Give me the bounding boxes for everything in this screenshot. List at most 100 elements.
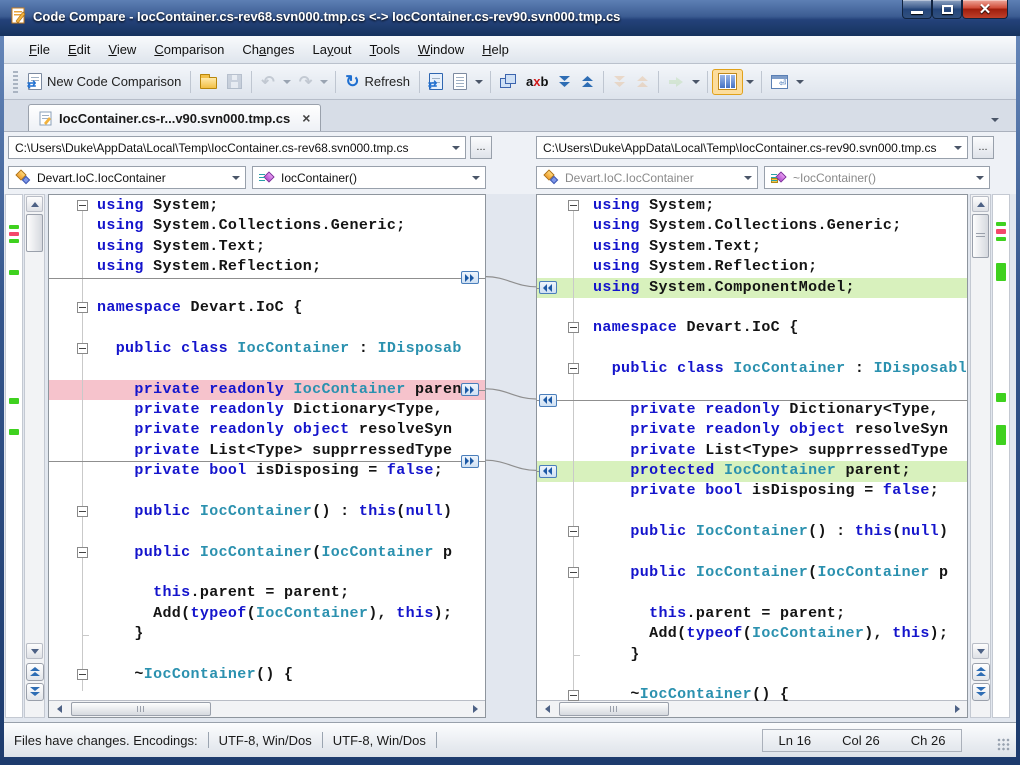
code-line[interactable]: this.parent = parent; xyxy=(97,583,463,603)
left-member-combo[interactable]: IocContainer() xyxy=(252,166,486,189)
fold-collapse-box[interactable] xyxy=(77,343,88,354)
code-line[interactable]: using System.Collections.Generic; xyxy=(97,216,463,236)
merge-all-button[interactable] xyxy=(663,69,689,95)
fold-collapse-box[interactable] xyxy=(77,669,88,680)
right-code-pane[interactable]: using System;using System.Collections.Ge… xyxy=(536,194,968,718)
merge-right-button[interactable] xyxy=(461,455,479,468)
code-line[interactable]: public IocContainer(IocContainer p xyxy=(593,563,966,583)
code-line[interactable] xyxy=(97,481,463,501)
menu-item-help[interactable]: Help xyxy=(473,38,518,61)
code-line[interactable]: private List<Type> supprressedType xyxy=(593,441,966,461)
fold-collapse-box[interactable] xyxy=(568,200,579,211)
previous-difference-button[interactable] xyxy=(972,663,990,681)
code-line[interactable] xyxy=(97,522,463,542)
code-line[interactable] xyxy=(593,339,966,359)
toolbar-grip[interactable] xyxy=(13,71,18,93)
merge-left-button[interactable] xyxy=(539,465,557,478)
code-line[interactable]: using System.Text; xyxy=(97,237,463,257)
code-line[interactable]: private readonly object resolveSyn xyxy=(97,420,463,440)
left-file-path-combo[interactable]: C:\Users\Duke\AppData\Local\Temp\IocCont… xyxy=(8,136,466,159)
code-line[interactable]: namespace Devart.IoC { xyxy=(593,318,966,338)
right-scrollbar-thumb[interactable] xyxy=(972,214,989,258)
undo-button[interactable]: ↶ xyxy=(256,69,279,95)
code-line[interactable]: using System.Reflection; xyxy=(97,257,463,277)
code-line[interactable]: } xyxy=(593,645,966,665)
code-line[interactable]: using System.Text; xyxy=(593,237,966,257)
right-vertical-scrollbar[interactable] xyxy=(970,194,991,718)
code-line[interactable] xyxy=(593,543,966,563)
right-member-combo[interactable]: ~IocContainer() xyxy=(764,166,990,189)
next-change-button[interactable] xyxy=(553,69,576,95)
left-path-chevron-icon[interactable] xyxy=(449,146,463,150)
ignore-case-button[interactable]: axb xyxy=(521,69,553,95)
scroll-up-button[interactable] xyxy=(972,196,989,212)
code-line[interactable] xyxy=(593,665,966,685)
scroll-right-button[interactable] xyxy=(467,702,483,716)
code-line[interactable]: public class IocContainer : IDisposable … xyxy=(97,339,463,359)
code-line[interactable] xyxy=(97,645,463,665)
code-line[interactable]: public IocContainer() : this(null) xyxy=(97,502,463,522)
redo-dropdown-chevron-icon[interactable] xyxy=(320,80,328,84)
menu-item-view[interactable]: View xyxy=(99,38,145,61)
code-line[interactable]: private bool isDisposing = false; xyxy=(593,481,966,501)
code-line[interactable]: using System.Collections.Generic; xyxy=(593,216,966,236)
code-line[interactable] xyxy=(97,359,463,379)
code-line[interactable]: public IocContainer() : this(null) xyxy=(593,522,966,542)
code-line[interactable]: Add(typeof(IocContainer), this); xyxy=(97,604,463,624)
side-by-side-view-button[interactable] xyxy=(712,69,743,95)
previous-difference-button[interactable] xyxy=(26,663,44,681)
menu-item-comparison[interactable]: Comparison xyxy=(145,38,233,61)
right-horizontal-scrollbar[interactable] xyxy=(537,700,967,717)
code-line[interactable]: public IocContainer(IocContainer p xyxy=(97,543,463,563)
previous-conflict-button[interactable] xyxy=(631,69,654,95)
right-path-chevron-icon[interactable] xyxy=(951,146,965,150)
code-line[interactable] xyxy=(97,563,463,583)
scroll-left-button[interactable] xyxy=(51,702,67,716)
code-line[interactable]: Add(typeof(IocContainer), this); xyxy=(593,624,966,644)
merge-left-button[interactable] xyxy=(539,394,557,407)
menu-item-window[interactable]: Window xyxy=(409,38,473,61)
code-line[interactable] xyxy=(593,380,966,400)
refresh-button[interactable]: ↻ Refresh xyxy=(340,69,415,95)
save-button[interactable] xyxy=(222,69,247,95)
next-difference-button[interactable] xyxy=(972,683,990,701)
fold-collapse-box[interactable] xyxy=(568,567,579,578)
code-line[interactable]: } xyxy=(97,624,463,644)
open-button[interactable] xyxy=(195,69,222,95)
right-hscrollbar-thumb[interactable] xyxy=(559,702,669,716)
code-line[interactable]: ~IocContainer() { xyxy=(593,685,966,701)
left-code-pane[interactable]: using System;using System.Collections.Ge… xyxy=(48,194,486,718)
copy-structure-button[interactable] xyxy=(495,69,521,95)
code-line[interactable] xyxy=(593,502,966,522)
new-code-comparison-button[interactable]: ⇄ New Code Comparison xyxy=(23,69,186,95)
next-difference-button[interactable] xyxy=(26,683,44,701)
fold-collapse-box[interactable] xyxy=(568,526,579,537)
code-line[interactable]: public class IocContainer : IDisposable … xyxy=(593,359,966,379)
left-vertical-scrollbar[interactable] xyxy=(24,194,45,718)
view-mode-dropdown-chevron-icon[interactable] xyxy=(746,80,754,84)
minimize-button[interactable] xyxy=(902,0,932,19)
code-line[interactable]: ~IocContainer() { xyxy=(97,665,463,685)
resize-grip[interactable] xyxy=(997,738,1010,751)
code-line[interactable]: using System.ComponentModel; xyxy=(593,278,966,298)
redo-button[interactable]: ↷ xyxy=(294,69,317,95)
code-line[interactable]: private List<Type> supprressedType xyxy=(97,441,463,461)
left-scrollbar-thumb[interactable] xyxy=(26,214,43,252)
code-line[interactable]: private readonly Dictionary<Type, xyxy=(593,400,966,420)
code-line[interactable] xyxy=(593,298,966,318)
menu-item-changes[interactable]: Changes xyxy=(233,38,303,61)
code-line[interactable]: private readonly object resolveSyn xyxy=(593,420,966,440)
code-line[interactable]: private bool isDisposing = false; xyxy=(97,461,463,481)
fold-collapse-box[interactable] xyxy=(568,363,579,374)
fold-collapse-box[interactable] xyxy=(568,322,579,333)
code-text-layer[interactable]: using System;using System.Collections.Ge… xyxy=(593,196,966,701)
right-file-path-combo[interactable]: C:\Users\Duke\AppData\Local\Temp\IocCont… xyxy=(536,136,968,159)
fold-collapse-box[interactable] xyxy=(77,506,88,517)
menu-item-tools[interactable]: Tools xyxy=(361,38,409,61)
merge-left-button[interactable] xyxy=(539,281,557,294)
code-text-layer[interactable]: using System;using System.Collections.Ge… xyxy=(97,196,463,701)
merge-right-button[interactable] xyxy=(461,271,479,284)
auto-scroll-dropdown-chevron-icon[interactable] xyxy=(796,80,804,84)
left-browse-button[interactable]: ... xyxy=(470,136,492,159)
fold-collapse-box[interactable] xyxy=(77,547,88,558)
